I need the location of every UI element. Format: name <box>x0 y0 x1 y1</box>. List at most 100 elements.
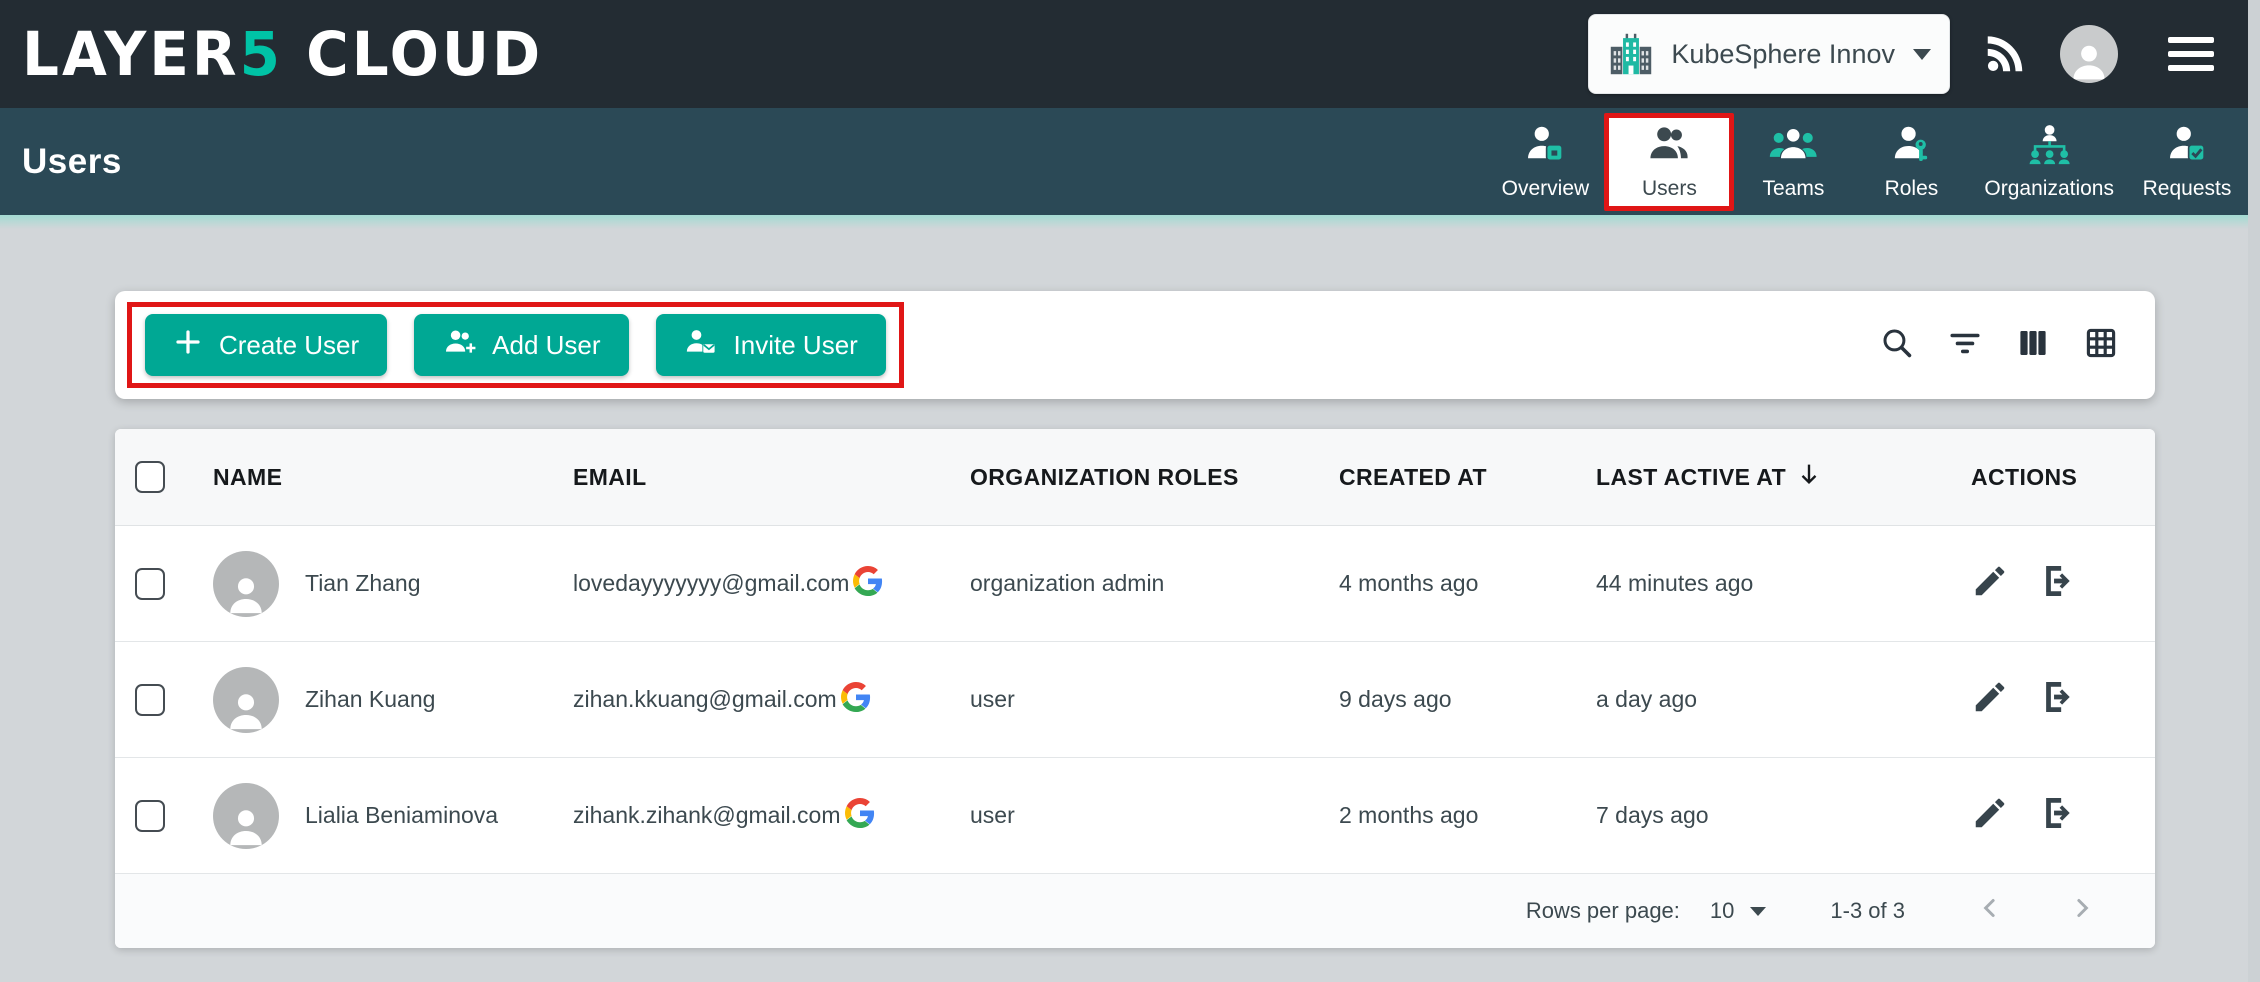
column-header-email[interactable]: EMAIL <box>573 464 970 491</box>
row-checkbox[interactable] <box>135 568 165 600</box>
user-name: Tian Zhang <box>305 570 421 597</box>
user-email: lovedayyyyyyy@gmail.com <box>573 570 849 597</box>
create-user-button[interactable]: Create User <box>145 314 387 376</box>
table-pagination-footer: Rows per page: 10 1-3 of 3 <box>115 874 2155 948</box>
column-header-org-roles[interactable]: ORGANIZATION ROLES <box>970 464 1339 491</box>
nav-item-label: Organizations <box>1984 177 2114 201</box>
table-row: Zihan Kuang zihan.kkuang@gmail.com user … <box>115 642 2155 758</box>
invite-user-icon <box>684 326 718 365</box>
main-content: Create User Add User <box>115 291 2155 948</box>
user-avatar[interactable] <box>2060 25 2118 83</box>
invite-user-label: Invite User <box>734 330 858 361</box>
users-table: NAME EMAIL ORGANIZATION ROLES CREATED AT… <box>115 429 2155 948</box>
org-switcher-button[interactable]: KubeSphere Innov <box>1588 14 1950 94</box>
org-switcher-label: KubeSphere Innov <box>1671 39 1895 70</box>
pagination-range: 1-3 of 3 <box>1830 898 1905 924</box>
logo-five: 5 <box>240 18 283 89</box>
table-toolbar-icons <box>1879 325 2119 366</box>
google-icon <box>845 798 875 834</box>
grid-view-icon[interactable] <box>2083 325 2119 366</box>
user-last-active-at: a day ago <box>1596 686 1957 713</box>
rows-per-page-label: Rows per page: <box>1526 898 1680 924</box>
select-all-checkbox[interactable] <box>135 461 165 493</box>
add-user-icon <box>442 326 476 365</box>
remove-user-icon[interactable] <box>2039 678 2077 722</box>
plus-icon <box>173 326 203 365</box>
view-columns-icon[interactable] <box>2015 325 2051 366</box>
rss-feed-icon[interactable] <box>1982 31 2028 77</box>
annotation-action-buttons: Create User Add User <box>127 302 904 388</box>
remove-user-icon[interactable] <box>2039 562 2077 606</box>
app-header: LAYER5 CLOUD <box>0 0 2260 108</box>
row-checkbox[interactable] <box>135 800 165 832</box>
next-page-button chevron-right-icon[interactable] <box>2067 893 2097 929</box>
requests-icon <box>2166 123 2208 170</box>
building-icon <box>1605 28 1657 80</box>
user-org-roles: organization admin <box>970 570 1339 597</box>
menu-icon[interactable] <box>2168 37 2214 71</box>
table-row: Lialia Beniaminova zihank.zihank@gmail.c… <box>115 758 2155 874</box>
user-org-roles: user <box>970 686 1339 713</box>
user-created-at: 9 days ago <box>1339 686 1596 713</box>
user-last-active-at: 44 minutes ago <box>1596 570 1957 597</box>
nav-item-teams[interactable]: Teams <box>1734 113 1852 211</box>
user-created-at: 4 months ago <box>1339 570 1596 597</box>
column-header-name[interactable]: NAME <box>213 464 573 491</box>
user-email: zihank.zihank@gmail.com <box>573 802 841 829</box>
sort-desc-arrow-icon <box>1794 459 1824 495</box>
overview-icon <box>1524 123 1566 170</box>
remove-user-icon[interactable] <box>2039 794 2077 838</box>
user-name: Lialia Beniaminova <box>305 802 498 829</box>
nav-item-label: Teams <box>1762 177 1824 201</box>
user-last-active-at: 7 days ago <box>1596 802 1957 829</box>
logo-cloud: CLOUD <box>306 18 543 89</box>
navbar-gradient-edge <box>0 215 2260 229</box>
logo-layer: LAYER <box>22 18 240 89</box>
table-row: Tian Zhang lovedayyyyyyy@gmail.com organ… <box>115 526 2155 642</box>
column-header-label: LAST ACTIVE AT <box>1596 464 1786 491</box>
user-name: Zihan Kuang <box>305 686 435 713</box>
edit-user-icon[interactable] <box>1971 794 2009 838</box>
table-header-row: NAME EMAIL ORGANIZATION ROLES CREATED AT… <box>115 429 2155 526</box>
roles-icon <box>1890 123 1932 170</box>
invite-user-button[interactable]: Invite User <box>656 314 886 376</box>
nav-item-requests[interactable]: Requests <box>2128 113 2246 211</box>
google-icon <box>841 682 871 718</box>
add-user-button[interactable]: Add User <box>414 314 628 376</box>
column-header-last-active-at[interactable]: LAST ACTIVE AT <box>1596 459 1957 495</box>
nav-item-label: Roles <box>1885 177 1939 201</box>
caret-down-icon <box>1913 49 1931 60</box>
search-icon[interactable] <box>1879 325 1915 366</box>
row-avatar <box>213 667 279 733</box>
nav-item-label: Overview <box>1502 177 1590 201</box>
browser-scrollbar[interactable] <box>2248 0 2260 982</box>
edit-user-icon[interactable] <box>1971 562 2009 606</box>
filter-icon[interactable] <box>1947 325 1983 366</box>
user-email: zihan.kkuang@gmail.com <box>573 686 837 713</box>
nav-item-label: Users <box>1642 177 1697 201</box>
user-created-at: 2 months ago <box>1339 802 1596 829</box>
caret-down-icon <box>1750 907 1766 916</box>
nav-item-organizations[interactable]: Organizations <box>1970 113 2128 211</box>
column-header-actions: ACTIONS <box>1957 464 2155 491</box>
previous-page-button chevron-left-icon[interactable] <box>1975 893 2005 929</box>
rows-per-page-select[interactable]: 10 <box>1710 898 1766 924</box>
section-navbar: Users Overview Users <box>0 108 2260 215</box>
nav-item-roles[interactable]: Roles <box>1852 113 1970 211</box>
nav-items: Overview Users <box>1486 113 2246 211</box>
create-user-label: Create User <box>219 330 359 361</box>
row-avatar <box>213 783 279 849</box>
users-icon <box>1648 123 1690 170</box>
nav-item-users annotation-users-tab[interactable]: Users <box>1604 113 1734 211</box>
google-icon <box>853 566 883 602</box>
rows-per-page-value: 10 <box>1710 898 1734 924</box>
row-avatar <box>213 551 279 617</box>
nav-item-label: Requests <box>2143 177 2232 201</box>
row-checkbox[interactable] <box>135 684 165 716</box>
column-header-created-at[interactable]: CREATED AT <box>1339 464 1596 491</box>
nav-item-overview[interactable]: Overview <box>1486 113 1604 211</box>
edit-user-icon[interactable] <box>1971 678 2009 722</box>
add-user-label: Add User <box>492 330 600 361</box>
layer5-cloud-logo[interactable]: LAYER5 CLOUD <box>22 18 543 89</box>
organizations-icon <box>2027 123 2072 170</box>
